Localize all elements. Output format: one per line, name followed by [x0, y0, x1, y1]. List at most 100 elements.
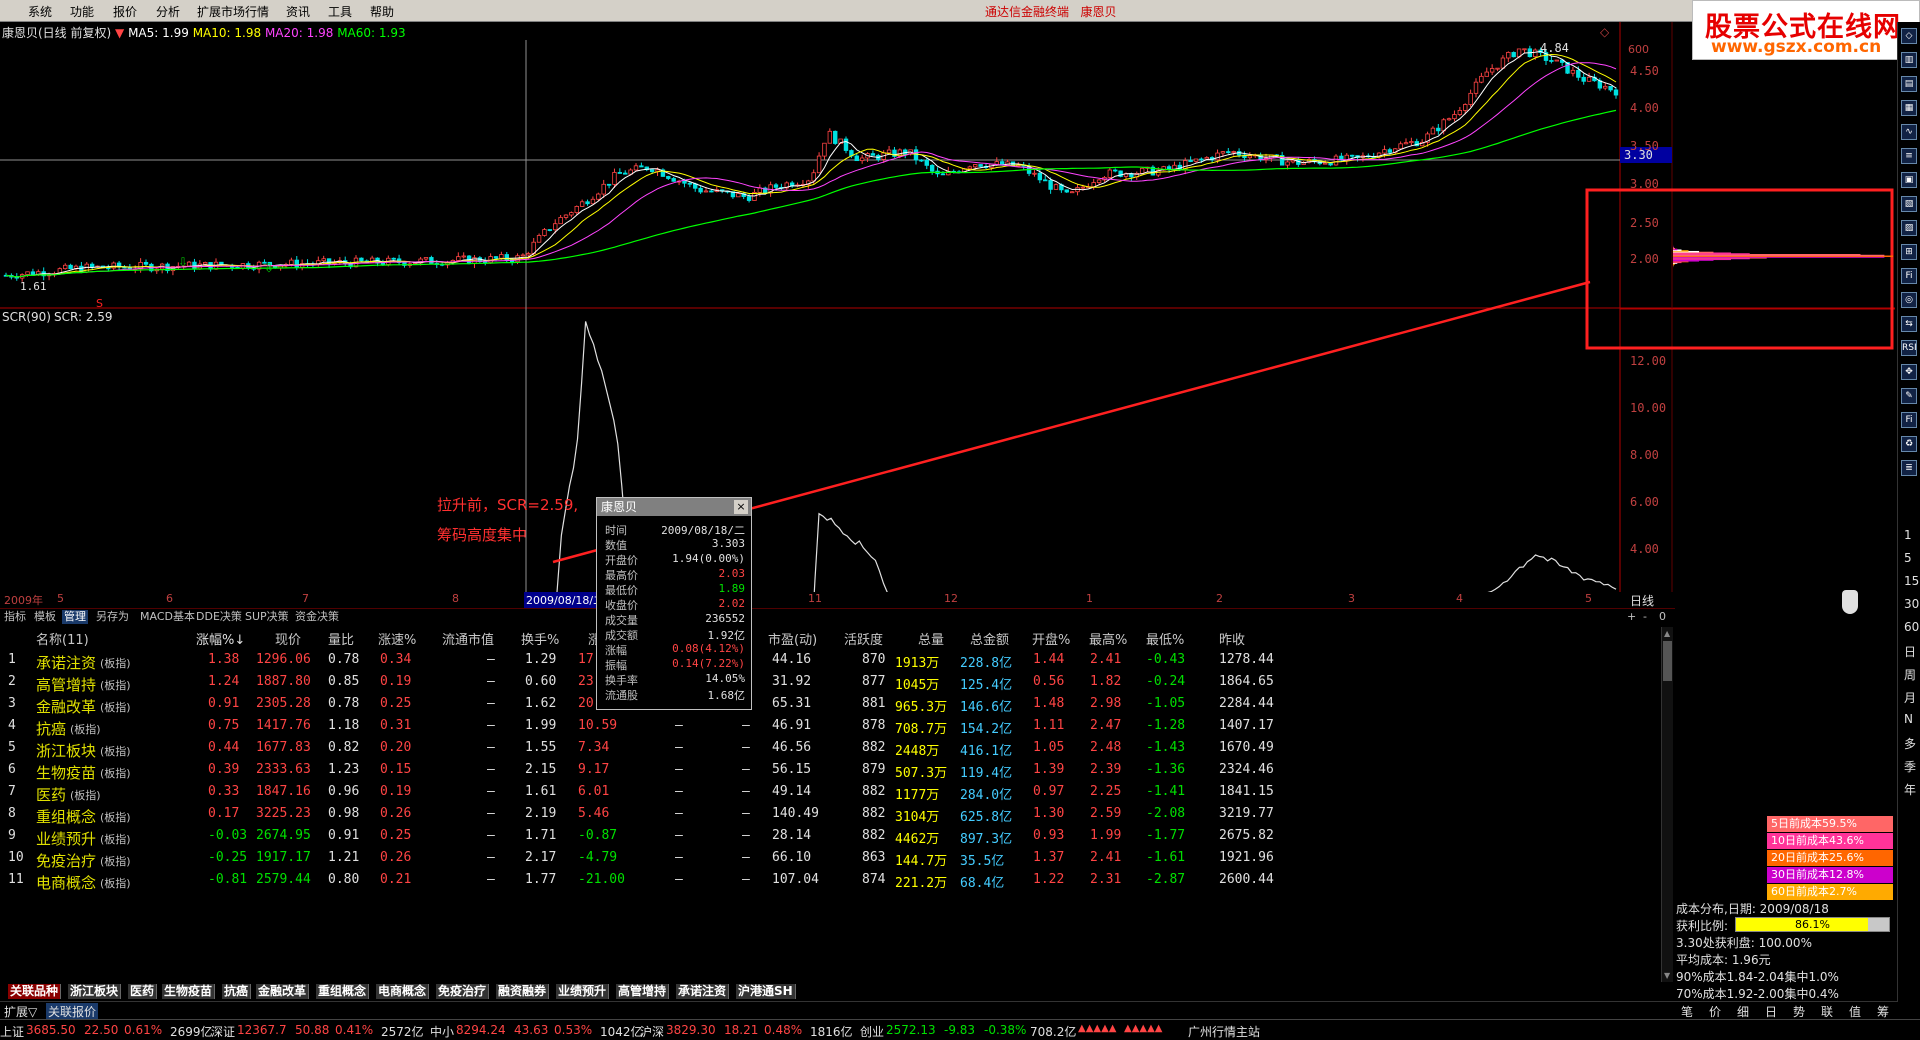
period-button[interactable]: 5	[1904, 551, 1912, 565]
toolbar-tool-icon[interactable]: ▨	[1901, 220, 1917, 236]
kline-chart[interactable]: ⇩ ⇩ S 3.30 4.84 1.61 拉升前，SCR=2.59, 筹码高度集…	[0, 22, 1895, 592]
panel-tab[interactable]: 价	[1709, 1003, 1721, 1020]
toolbar-tool-icon[interactable]: ✎	[1901, 388, 1917, 404]
menu-function[interactable]: 功能	[70, 3, 94, 20]
period-button[interactable]: 日	[1904, 643, 1916, 660]
tab-template[interactable]: 模板	[32, 610, 58, 624]
toolbar-tool-icon[interactable]: Fi	[1901, 412, 1917, 428]
toolbar-tool-icon[interactable]: ▥	[1901, 52, 1917, 68]
table-scrollbar[interactable]: ▲ ▼	[1661, 627, 1673, 982]
toolbar-tool-icon[interactable]: ♻	[1901, 436, 1917, 452]
toolbar-tool-icon[interactable]: ∿	[1901, 124, 1917, 140]
table-row[interactable]: 10 免疫治疗 (板指) -0.25 1917.17 1.21 0.26 – 2.17 -4.79…	[0, 847, 1665, 870]
sector-tab[interactable]: 关联品种	[8, 984, 62, 999]
period-button[interactable]: 月	[1904, 689, 1916, 706]
col-name[interactable]: 名称(11)	[36, 629, 89, 648]
period-button[interactable]: N	[1904, 712, 1913, 726]
col-speed[interactable]: 涨速%	[378, 629, 416, 648]
sector-tab[interactable]: 沪港通SH	[736, 984, 796, 999]
period-button[interactable]: 季	[1904, 758, 1916, 775]
period-button[interactable]: 1	[1904, 528, 1912, 542]
col-float-mcap[interactable]: 流通市值	[442, 629, 494, 648]
table-row[interactable]: 4 抗癌 (板指) 0.75 1417.76 1.18 0.31 – 1.99 10.59 – – 46…	[0, 715, 1665, 738]
table-row[interactable]: 9 业绩预升 (板指) -0.03 2674.95 0.91 0.25 – 1.71 -0.87 –…	[0, 825, 1665, 848]
period-button[interactable]: 30	[1904, 597, 1919, 611]
table-row[interactable]: 11 电商概念 (板指) -0.81 2579.44 0.80 0.21 – 1.77 -21.0…	[0, 869, 1665, 892]
period-button[interactable]: 周	[1904, 666, 1916, 683]
toolbar-tool-icon[interactable]: Fi	[1901, 268, 1917, 284]
period-label[interactable]: 日线	[1630, 592, 1654, 609]
tab-extend[interactable]: 扩展▽	[4, 1003, 37, 1020]
toolbar-tool-icon[interactable]: ▣	[1901, 172, 1917, 188]
col-total-volume[interactable]: 总量	[918, 629, 944, 648]
col-change-pct[interactable]: 涨幅%↓	[196, 629, 245, 648]
col-low-pct[interactable]: 最低%	[1146, 629, 1184, 648]
tab-related-quote[interactable]: 关联报价	[46, 1003, 99, 1020]
sector-tab[interactable]: 重组概念	[316, 984, 370, 999]
table-row[interactable]: 1 承诺注资 (板指) 1.38 1296.06 0.78 0.34 – 1.29 17 44.16…	[0, 649, 1665, 672]
col-prev-close[interactable]: 昨收	[1219, 629, 1245, 648]
zoom-out-button[interactable]: -	[1641, 610, 1649, 624]
tab-indicator[interactable]: 指标	[2, 610, 28, 624]
table-row[interactable]: 8 重组概念 (板指) 0.17 3225.23 0.98 0.26 – 2.19 5.46 – – 1…	[0, 803, 1665, 826]
toolbar-tool-icon[interactable]: ▦	[1901, 100, 1917, 116]
sector-tab[interactable]: 金融改革	[256, 984, 310, 999]
menu-system[interactable]: 系统	[28, 3, 52, 20]
sector-tab[interactable]: 电商概念	[376, 984, 430, 999]
panel-tab[interactable]: 笔	[1681, 1003, 1693, 1020]
table-row[interactable]: 6 生物疫苗 (板指) 0.39 2333.63 1.23 0.15 – 2.15 9.17 – – 5…	[0, 759, 1665, 782]
tab-dde[interactable]: DDE决策	[194, 610, 244, 624]
period-button[interactable]: 60	[1904, 620, 1919, 634]
table-row[interactable]: 5 浙江板块 (板指) 0.44 1677.83 0.82 0.20 – 1.55 7.34 – – 4…	[0, 737, 1665, 760]
sector-tab[interactable]: 抗癌	[222, 984, 252, 999]
period-button[interactable]: 年	[1904, 781, 1916, 798]
toolbar-tool-icon[interactable]: ▧	[1901, 196, 1917, 212]
toolbar-tool-icon[interactable]: ◎	[1901, 292, 1917, 308]
sector-tab[interactable]: 业绩预升	[556, 984, 610, 999]
toolbar-tool-icon[interactable]: ▤	[1901, 76, 1917, 92]
toolbar-tool-icon[interactable]: ≡	[1901, 148, 1917, 164]
toolbar-tool-icon[interactable]: ✥	[1901, 364, 1917, 380]
toolbar-tool-icon[interactable]: ⊞	[1901, 244, 1917, 260]
table-row[interactable]: 3 金融改革 (板指) 0.91 2305.28 0.78 0.25 – 1.62 20 65.31…	[0, 693, 1665, 716]
tab-manage[interactable]: 管理	[62, 610, 88, 624]
col-volume-ratio[interactable]: 量比	[328, 629, 354, 648]
sector-tab[interactable]: 浙江板块	[68, 984, 122, 999]
panel-tab[interactable]: 筹	[1877, 1003, 1889, 1020]
col-activity[interactable]: 活跃度	[844, 629, 883, 648]
toolbar-tool-icon[interactable]: ⇆	[1901, 316, 1917, 332]
toolbar-tool-icon[interactable]: ◇	[1901, 28, 1917, 44]
index-name[interactable]: 创业	[860, 1023, 884, 1040]
sector-tab[interactable]: 高管增持	[616, 984, 670, 999]
sector-tab[interactable]: 承诺注资	[676, 984, 730, 999]
zoom-reset-button[interactable]: 0	[1657, 610, 1668, 624]
sector-tab[interactable]: 生物疫苗	[162, 984, 216, 999]
tab-sup[interactable]: SUP决策	[243, 610, 291, 624]
tab-fund[interactable]: 资金决策	[293, 610, 341, 624]
zoom-in-button[interactable]: +	[1625, 610, 1638, 624]
scroll-thumb[interactable]	[1663, 641, 1672, 681]
panel-tab[interactable]: 日	[1765, 1003, 1777, 1020]
popup-title[interactable]: 康恩贝	[597, 498, 751, 516]
col-high-pct[interactable]: 最高%	[1089, 629, 1127, 648]
menu-news[interactable]: 资讯	[286, 3, 310, 20]
panel-tab[interactable]: 势	[1793, 1003, 1805, 1020]
menu-quote[interactable]: 报价	[113, 3, 137, 20]
tab-save-as[interactable]: 另存为	[94, 610, 131, 624]
table-row[interactable]: 7 医药 (板指) 0.33 1847.16 0.96 0.19 – 1.61 6.01 – – 49.…	[0, 781, 1665, 804]
col-pe[interactable]: 市盈(动)	[768, 629, 817, 648]
menu-help[interactable]: 帮助	[370, 3, 394, 20]
menu-analysis[interactable]: 分析	[156, 3, 180, 20]
scroll-down-icon[interactable]: ▼	[1664, 971, 1670, 980]
menu-extended-market[interactable]: 扩展市场行情	[197, 3, 269, 20]
toolbar-tool-icon[interactable]: ≣	[1901, 460, 1917, 476]
toolbar-tool-icon[interactable]: RSI	[1901, 340, 1917, 356]
kline-info-popup[interactable]: 康恩贝 × 时间 2009/08/18/二 数值 3.303 开盘价 1.94(0.00%…	[596, 497, 752, 710]
sector-tab[interactable]: 融资融券	[496, 984, 550, 999]
table-row[interactable]: 2 高管增持 (板指) 1.24 1887.80 0.85 0.19 – 0.60 23 31.92…	[0, 671, 1665, 694]
tab-macd[interactable]: MACD基本	[138, 610, 197, 624]
col-total-amount[interactable]: 总金额	[970, 629, 1009, 648]
menu-tools[interactable]: 工具	[328, 3, 352, 20]
panel-tab[interactable]: 值	[1849, 1003, 1861, 1020]
panel-tab[interactable]: 联	[1821, 1003, 1833, 1020]
